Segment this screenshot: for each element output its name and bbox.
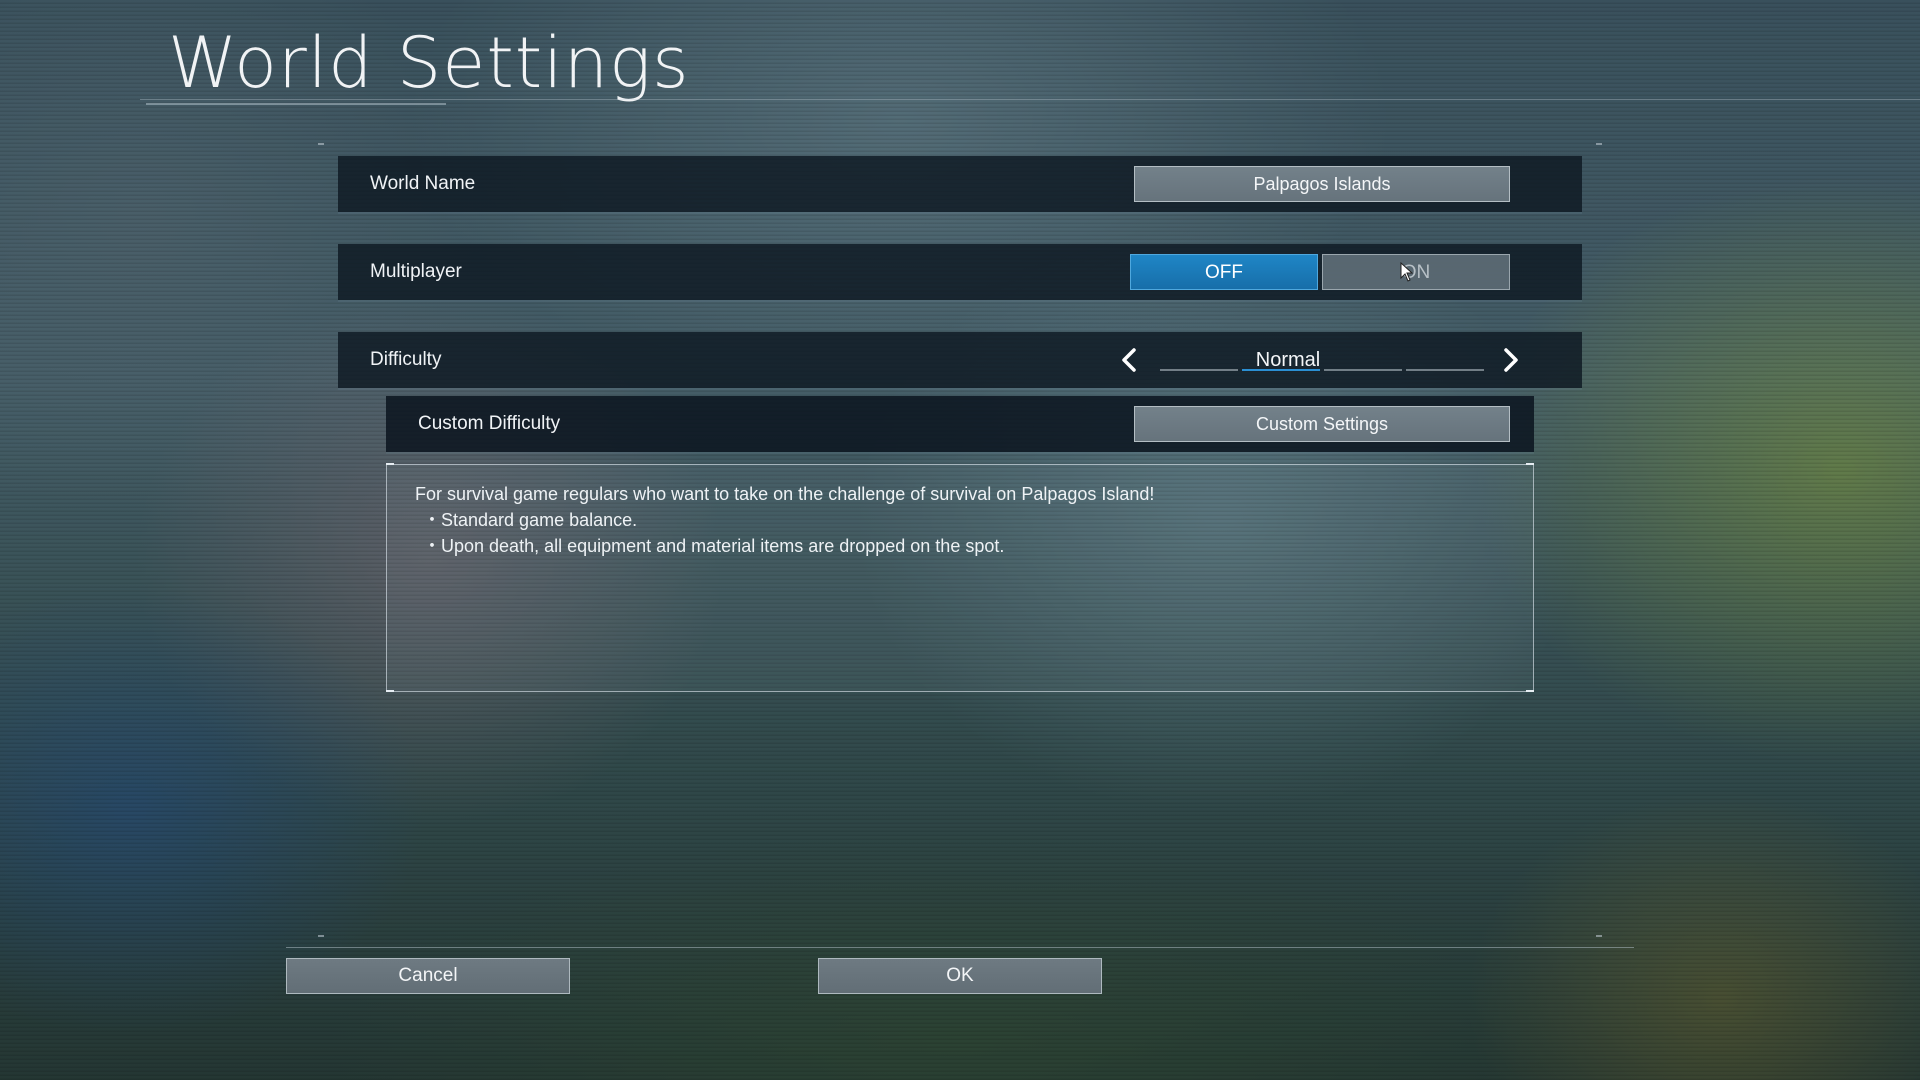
world-name-row: World Name Palpagos Islands: [338, 156, 1582, 212]
world-name-label: World Name: [370, 173, 476, 194]
chevron-right-icon[interactable]: [1494, 344, 1526, 376]
world-name-field[interactable]: Palpagos Islands: [1134, 166, 1510, 202]
custom-difficulty-row: Custom Difficulty Custom Settings: [386, 396, 1534, 452]
difficulty-row: Difficulty Normal: [338, 332, 1582, 388]
description-bullet: ・Standard game balance.: [423, 510, 638, 530]
custom-settings-button[interactable]: Custom Settings: [1134, 406, 1510, 442]
multiplayer-off-button[interactable]: OFF: [1130, 254, 1318, 290]
custom-difficulty-label: Custom Difficulty: [418, 413, 561, 434]
bottom-divider: [286, 947, 1634, 948]
ok-button[interactable]: OK: [818, 958, 1102, 994]
cancel-button[interactable]: Cancel: [286, 958, 570, 994]
frame-corner-mark: [1596, 935, 1602, 937]
mouse-cursor-icon: [1400, 262, 1414, 282]
panel-corner-mark: [1526, 690, 1534, 692]
difficulty-value: Normal: [1255, 349, 1321, 371]
frame-corner-mark: [318, 143, 324, 145]
title-divider: [140, 99, 1920, 100]
multiplayer-label: Multiplayer: [370, 261, 462, 282]
frame-corner-mark: [318, 935, 324, 937]
title-divider-accent: [146, 103, 446, 105]
multiplayer-on-button[interactable]: ON: [1322, 254, 1510, 290]
page-title: World Settings: [168, 22, 690, 104]
panel-corner-mark: [386, 463, 394, 465]
chevron-left-icon[interactable]: [1114, 344, 1146, 376]
panel-corner-mark: [1526, 463, 1534, 465]
panel-corner-mark: [386, 690, 394, 692]
frame-corner-mark: [1596, 143, 1602, 145]
description-bullet: ・Upon death, all equipment and material …: [423, 536, 1005, 556]
multiplayer-row: Multiplayer OFF ON: [338, 244, 1582, 300]
difficulty-label: Difficulty: [370, 349, 442, 370]
description-intro: For survival game regulars who want to t…: [415, 484, 1155, 504]
world-settings-screen: World Settings World Name Palpagos Islan…: [0, 0, 1920, 1080]
difficulty-description-panel: For survival game regulars who want to t…: [386, 464, 1534, 692]
